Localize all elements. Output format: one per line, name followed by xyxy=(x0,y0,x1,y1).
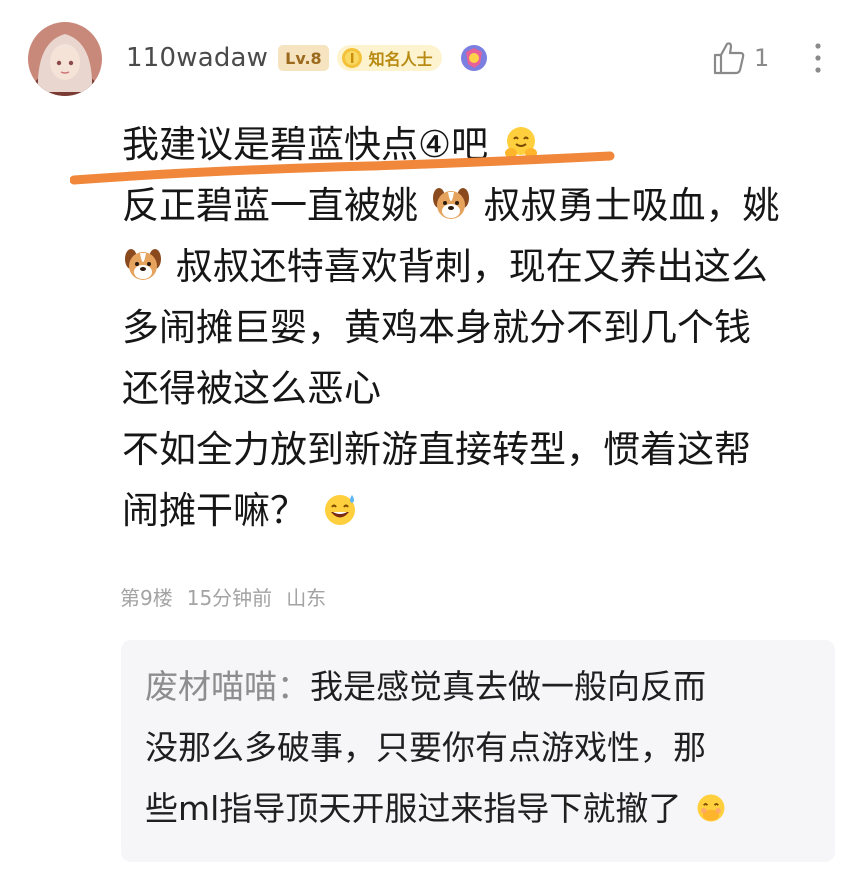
content-line-4: 多闹摊巨婴，黄鸡本身就分不到几个钱 xyxy=(122,297,852,358)
content-text: 不如全力放到新游直接转型，惯着这帮 xyxy=(122,428,751,471)
post-content: 我建议是碧蓝快点④吧 反正碧蓝一直被姚 叔叔勇士吸血，姚 叔叔还特喜欢背刺，现在… xyxy=(122,114,852,541)
medal-icon xyxy=(460,45,487,71)
post-header: 110wadaw Lv.8 知名人士 xyxy=(126,38,490,78)
reply-line: 些ml指导顶天开服过来指导下就撤了 xyxy=(145,789,682,828)
reply-line: 我是感觉真去做一般向反而 xyxy=(310,667,706,706)
content-line-3: 叔叔还特喜欢背刺，现在又养出这么 xyxy=(122,236,852,297)
content-line-7: 闹摊干嘛？ xyxy=(122,480,852,541)
shy-emoji xyxy=(697,794,725,822)
reply-line: 没那么多破事，只要你有点游戏性，那 xyxy=(145,728,706,767)
content-line-1: 我建议是碧蓝快点④吧 xyxy=(122,114,852,175)
post-meta: 第9楼 15分钟前 山东 xyxy=(120,582,340,611)
more-icon[interactable] xyxy=(808,40,828,76)
sweat-smile-emoji xyxy=(324,495,355,525)
content-text: 还得被这么恶心 xyxy=(122,367,381,410)
dog-emoji xyxy=(125,249,161,280)
content-line-6: 不如全力放到新游直接转型，惯着这帮 xyxy=(122,419,852,480)
coin-icon xyxy=(341,48,362,68)
content-text: 叔叔勇士吸血，姚 xyxy=(483,184,780,227)
content-line-5: 还得被这么恶心 xyxy=(122,358,852,419)
content-text: 闹摊干嘛？ xyxy=(122,489,307,532)
like-button[interactable]: 1 xyxy=(712,40,769,76)
post-time: 15分钟前 xyxy=(186,586,273,610)
hug-emoji xyxy=(504,127,537,158)
username[interactable]: 110wadaw xyxy=(126,43,268,73)
reply-text: 废材喵喵：我是感觉真去做一般向反而 没那么多破事，只要你有点游戏性，那 些ml指… xyxy=(145,656,825,839)
floor-number: 第9楼 xyxy=(120,586,173,610)
post-location: 山东 xyxy=(286,586,327,610)
content-text: 叔叔还特喜欢背刺，现在又养出这么 xyxy=(175,245,768,288)
dog-emoji xyxy=(432,188,469,219)
avatar[interactable] xyxy=(28,22,102,96)
level-badge: Lv.8 xyxy=(278,45,329,71)
content-text: 多闹摊巨婴，黄鸡本身就分不到几个钱 xyxy=(122,306,751,349)
content-line-2: 反正碧蓝一直被姚 叔叔勇士吸血，姚 xyxy=(122,175,852,236)
reply-box[interactable]: 废材喵喵：我是感觉真去做一般向反而 没那么多破事，只要你有点游戏性，那 些ml指… xyxy=(121,640,835,862)
content-text: 我建议是碧蓝快点④吧 xyxy=(122,123,489,166)
thumbs-up-icon xyxy=(713,42,745,75)
title-badge-label: 知名人士 xyxy=(368,50,433,69)
like-count: 1 xyxy=(754,44,770,72)
title-badge: 知名人士 xyxy=(336,45,442,71)
reply-author[interactable]: 废材喵喵： xyxy=(145,667,310,706)
content-text: 反正碧蓝一直被姚 xyxy=(122,184,418,227)
